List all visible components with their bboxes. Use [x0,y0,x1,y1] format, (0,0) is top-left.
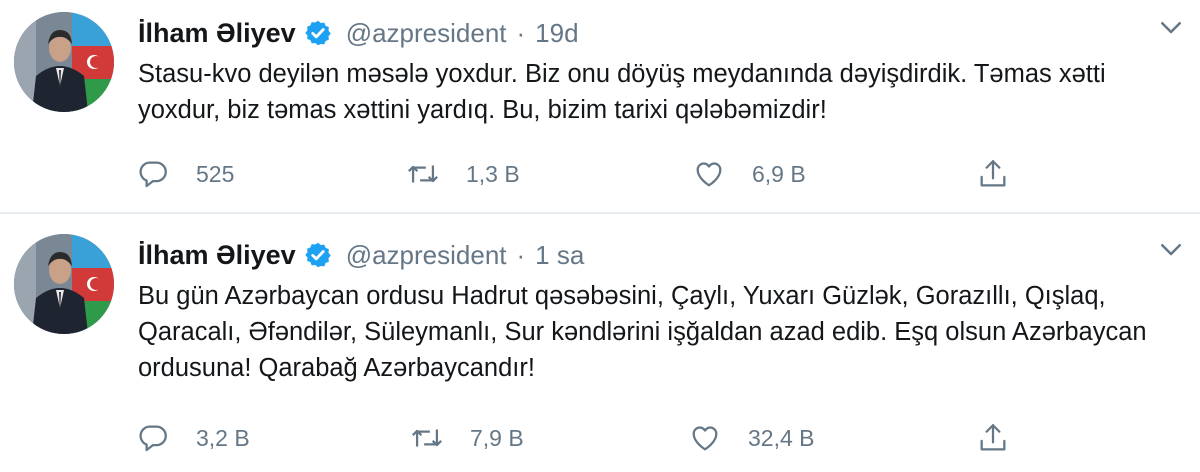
avatar[interactable] [14,234,114,334]
like-button[interactable]: 6,9 B [692,154,806,194]
reply-count: 525 [196,160,235,187]
reply-button[interactable]: 525 [136,154,234,194]
reply-bubble-icon [136,157,170,191]
tweet-header: İlham Əliyev @azpresident · 1 sa [138,236,584,274]
author-handle[interactable]: @azpresident [346,18,507,49]
author-name[interactable]: İlham Əliyev [138,18,296,49]
tweet-timestamp[interactable]: 1 sa [535,240,584,271]
separator-dot: · [516,239,526,270]
retweet-count: 1,3 B [466,160,520,187]
tweet-text: Bu gün Azərbaycan ordusu Hadrut qəsəbəsi… [138,282,1147,382]
retweet-button[interactable]: 1,3 B [406,154,520,194]
retweet-button[interactable]: 7,9 B [410,418,524,458]
like-count: 32,4 B [748,424,815,451]
retweet-icon [410,421,444,455]
tweet[interactable]: İlham Əliyev @azpresident · 1 sa Bu gün … [0,214,1200,472]
avatar[interactable] [14,12,114,112]
heart-icon [692,157,726,191]
verified-badge-icon [304,19,332,47]
chevron-down-icon[interactable] [1156,12,1186,42]
tweet-text: Stasu-kvo deyilən məsələ yoxdur. Biz onu… [138,60,1106,124]
retweet-icon [406,157,440,191]
reply-count: 3,2 B [196,424,250,451]
tweet-actions: 525 1,3 B 6,9 B [0,154,1200,194]
share-upload-icon [976,157,1010,191]
author-handle[interactable]: @azpresident [346,240,507,271]
tweet[interactable]: İlham Əliyev @azpresident · 19d Stasu-kv… [0,0,1200,212]
tweet-actions: 3,2 B 7,9 B 32,4 B [0,418,1200,458]
reply-bubble-icon [136,421,170,455]
like-button[interactable]: 32,4 B [688,418,815,458]
like-count: 6,9 B [752,160,806,187]
share-button[interactable] [976,154,1010,194]
heart-icon [688,421,722,455]
reply-button[interactable]: 3,2 B [136,418,250,458]
share-upload-icon [976,421,1010,455]
author-name[interactable]: İlham Əliyev [138,240,296,271]
share-button[interactable] [976,418,1010,458]
tweet-timestamp[interactable]: 19d [535,18,578,49]
separator-dot: · [516,17,526,48]
tweet-header: İlham Əliyev @azpresident · 19d [138,14,579,52]
chevron-down-icon[interactable] [1156,234,1186,264]
retweet-count: 7,9 B [470,424,524,451]
verified-badge-icon [304,241,332,269]
